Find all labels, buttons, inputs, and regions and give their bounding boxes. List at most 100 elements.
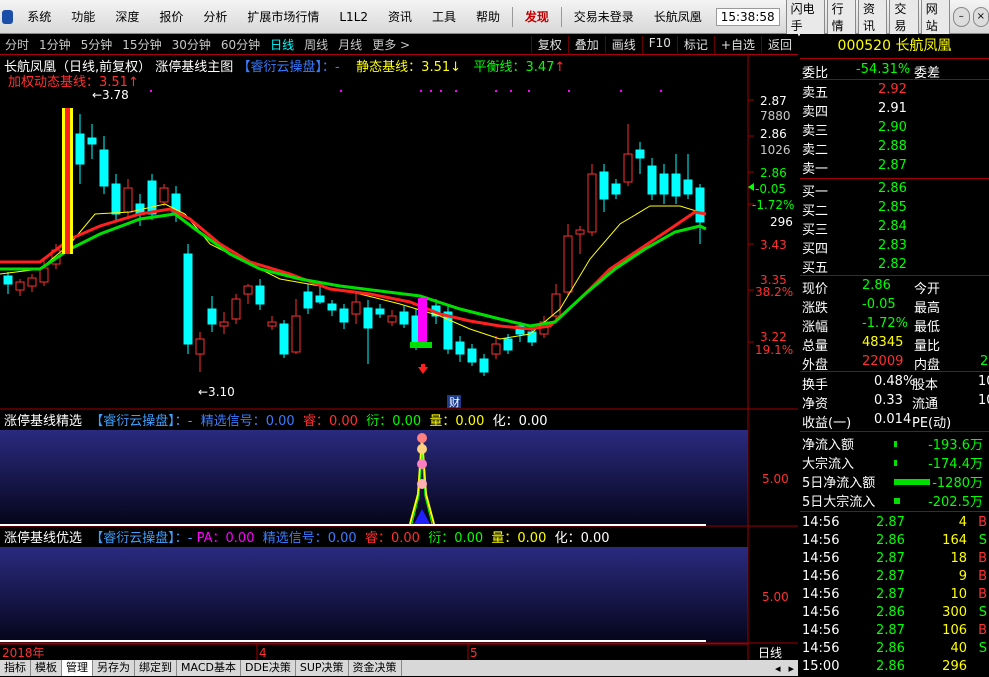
buy-level-price: 2.86 (878, 181, 907, 196)
buy-level-row[interactable]: 买四 2.83 (800, 237, 989, 257)
trade-button[interactable]: 交易 (889, 0, 919, 36)
minimize-icon[interactable]: – (953, 6, 970, 27)
tick-side: B (978, 587, 987, 602)
tick-side: B (978, 515, 987, 530)
sell-level-row[interactable]: 卖三 2.90 (800, 119, 989, 139)
tick-row[interactable]: 14:56 2.87 9 B (800, 568, 989, 587)
tab-manage[interactable]: 管理 (62, 660, 93, 676)
period-tab-5min[interactable]: 5分钟 (76, 36, 118, 53)
overlay-button[interactable]: 叠加 (567, 35, 605, 53)
tick-time: 14:56 (802, 587, 840, 602)
tab-indicator[interactable]: 指标 (0, 660, 31, 676)
tick-row[interactable]: 14:56 2.86 300 S (800, 604, 989, 623)
stat-value: 0.014 (874, 412, 912, 427)
static-baseline-label: 静态基线：3.51 (356, 60, 451, 75)
signal-dot (430, 90, 432, 92)
tick-row[interactable]: 14:56 2.86 40 S (800, 640, 989, 659)
menu-item-system[interactable]: 系统 (17, 8, 61, 25)
buy-level-row[interactable]: 买一 2.86 (800, 180, 989, 200)
period-tab-1min[interactable]: 1分钟 (34, 36, 76, 53)
back-button[interactable]: 返回 (760, 35, 798, 53)
menu-item-quote[interactable]: 报价 (149, 8, 193, 25)
buy-level-label: 买三 (802, 223, 829, 238)
news-button[interactable]: 资讯 (858, 0, 888, 36)
period-tab-weekly[interactable]: 周线 (299, 36, 333, 53)
website-button[interactable]: 网站 (920, 0, 951, 36)
stat-row[interactable]: 外盘 22009 内盘 2 (800, 353, 989, 373)
pane1-name[interactable]: 涨停基线精选 (4, 414, 82, 429)
period-tab-more[interactable]: 更多 > (367, 36, 415, 53)
menu-item-extended-market[interactable]: 扩展市场行情 (237, 8, 329, 25)
quote-stock-code-name[interactable]: 000520 长航凤凰 (800, 34, 989, 59)
candle-body (587, 173, 597, 233)
sell-level-row[interactable]: 卖二 2.88 (800, 138, 989, 158)
tick-row[interactable]: 14:56 2.87 106 B (800, 622, 989, 641)
tab-macd[interactable]: MACD基本 (177, 660, 241, 676)
tab-sup[interactable]: SUP决策 (296, 660, 349, 676)
pane2-name[interactable]: 涨停基线优选 (4, 531, 82, 546)
period-tab-15min[interactable]: 15分钟 (117, 36, 166, 53)
stat-row[interactable]: 净资 0.33 流通 10 (800, 392, 989, 412)
pane1-background (0, 430, 748, 525)
stat-row[interactable]: 总量 48345 量比 (800, 334, 989, 354)
period-tab-monthly[interactable]: 月线 (333, 36, 367, 53)
draw-line-button[interactable]: 画线 (604, 35, 642, 53)
close-icon[interactable]: × (972, 6, 989, 27)
right-axis-ticks (748, 99, 754, 343)
tick-row[interactable]: 14:56 2.87 4 B (800, 514, 989, 533)
menu-item-function[interactable]: 功能 (61, 8, 105, 25)
stat-row[interactable]: 换手 0.48%股本 10 (800, 373, 989, 393)
tab-dde[interactable]: DDE决策 (241, 660, 296, 676)
period-tab-60min[interactable]: 60分钟 (216, 36, 265, 53)
quotes-button[interactable]: 行情 (826, 0, 856, 36)
candle-body (159, 187, 169, 203)
signal-dot (340, 90, 342, 92)
tick-volume: 40 (950, 641, 967, 656)
tab-capital[interactable]: 资金决策 (349, 660, 402, 676)
flash-trade-button[interactable]: 闪电手 (785, 0, 825, 36)
menu-item-help[interactable]: 帮助 (466, 8, 510, 25)
period-tab-daily[interactable]: 日线 (265, 36, 299, 53)
menu-item-l1l2[interactable]: L1L2 (329, 10, 378, 24)
buy-level-row[interactable]: 买二 2.85 (800, 199, 989, 219)
indicator-name[interactable]: 涨停基线主图 (155, 60, 233, 75)
sell-level-price: 2.91 (878, 101, 907, 116)
tick-row[interactable]: 15:00 2.86 296 (800, 658, 989, 677)
menu-item-info[interactable]: 资讯 (378, 8, 422, 25)
tab-bind-to[interactable]: 绑定到 (135, 660, 177, 676)
period-tab-30min[interactable]: 30分钟 (167, 36, 216, 53)
sell-level-row[interactable]: 卖一 2.87 (800, 157, 989, 177)
axis-label: 296 (770, 215, 793, 229)
buy-level-row[interactable]: 买三 2.84 (800, 218, 989, 238)
sell-level-row[interactable]: 卖五 2.92 (800, 81, 989, 101)
tab-scroll-left-icon[interactable]: ◂ (771, 662, 785, 675)
stat-row[interactable]: 涨幅 -1.72% 最低 (800, 315, 989, 335)
tick-side: B (978, 623, 987, 638)
tick-row[interactable]: 14:56 2.87 18 B (800, 550, 989, 569)
menu-item-discover[interactable]: 发现 (515, 8, 559, 25)
tick-price: 2.87 (876, 569, 905, 584)
adjust-button[interactable]: 复权 (530, 35, 568, 53)
f10-button[interactable]: F10 (641, 35, 677, 53)
tab-template[interactable]: 模板 (31, 660, 62, 676)
kline-chart[interactable]: ←3.78 ←3.10 财 2.87 7880 2.86 1026 2.86 -… (0, 54, 798, 660)
mark-button[interactable]: 标记 (676, 35, 714, 53)
tab-save-as[interactable]: 另存为 (93, 660, 135, 676)
tick-row[interactable]: 14:56 2.87 10 B (800, 586, 989, 605)
sell-level-row[interactable]: 卖四 2.91 (800, 100, 989, 120)
buy-level-row[interactable]: 买五 2.82 (800, 256, 989, 276)
login-status[interactable]: 交易未登录 (564, 8, 644, 25)
menu-item-depth[interactable]: 深度 (105, 8, 149, 25)
add-watchlist-button[interactable]: +自选 (713, 35, 761, 53)
tab-scroll-right-icon[interactable]: ▸ (784, 662, 798, 675)
weighted-baseline-arrow: ↑ (127, 75, 139, 90)
menu-item-tools[interactable]: 工具 (422, 8, 466, 25)
period-tab-intraday[interactable]: 分时 (0, 36, 34, 53)
tick-row[interactable]: 14:56 2.86 164 S (800, 532, 989, 551)
stat-row[interactable]: 收益(一) 0.014 PE(动) (800, 411, 989, 431)
stat-row[interactable]: 现价 2.86 今开 (800, 277, 989, 297)
candle-body (27, 277, 37, 287)
stat-row[interactable]: 涨跌 -0.05 最高 (800, 296, 989, 316)
menu-item-analysis[interactable]: 分析 (193, 8, 237, 25)
stat-label-2: 最低 (914, 320, 941, 335)
